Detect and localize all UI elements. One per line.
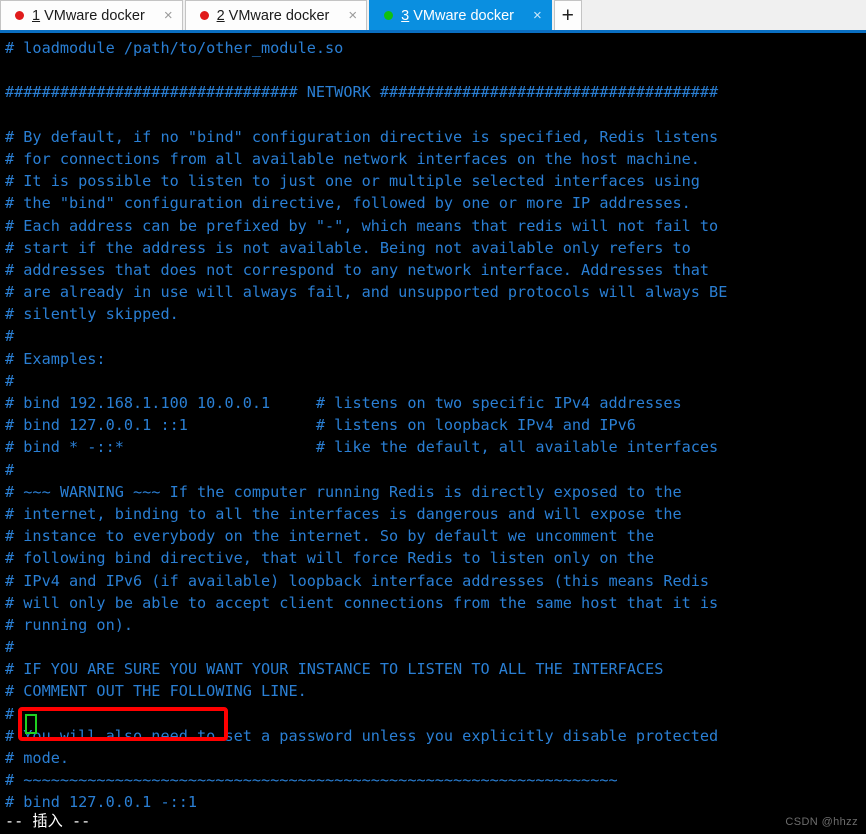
tab-title-label: VMware docker [44, 7, 145, 24]
terminal-line: # the "bind" configuration directive, fo… [5, 194, 691, 213]
tab-index-label: 3 [401, 7, 410, 24]
terminal-line: # IF YOU ARE SURE YOU WANT YOUR INSTANCE… [5, 660, 664, 679]
tab-2[interactable]: 2 VMware docker × [184, 0, 368, 30]
terminal-line: # ~~~ WARNING ~~~ If the computer runnin… [5, 482, 682, 501]
terminal-line: # start if the address is not available.… [5, 238, 691, 257]
terminal-line: # You will also need to set a password u… [5, 726, 719, 745]
terminal-line: # mode. [5, 749, 70, 767]
terminal-line: # [5, 327, 15, 346]
terminal-line: # bind 192.168.1.100 10.0.0.1 # listens … [5, 394, 682, 412]
terminal-line: # ~~~~~~~~~~~~~~~~~~~~~~~~~~~~~~~~~~~~~~… [5, 771, 618, 790]
vim-status-line: -- 插入 -- [5, 812, 91, 830]
terminal-viewport[interactable]: # loadmodule /path/to/other_module.so ###… [0, 33, 866, 834]
tab-3[interactable]: 3 VMware docker × [369, 0, 552, 30]
terminal-line: # Examples: [5, 349, 106, 368]
terminal-line: # will only be able to accept client con… [5, 593, 719, 612]
terminal-line: # for connections from all available net… [5, 149, 700, 168]
new-tab-button[interactable]: + [553, 0, 582, 30]
terminal-text-buffer: # loadmodule /path/to/other_module.so ###… [5, 37, 866, 834]
terminal-line: # By default, if no "bind" configuration… [5, 127, 719, 146]
tab-index-label: 2 [216, 7, 225, 24]
terminal-line: # [5, 638, 15, 657]
tab-status-dot-icon [199, 11, 209, 20]
tab-status-dot-icon [15, 11, 24, 20]
terminal-line: # running on). [5, 615, 134, 634]
terminal-line: # [5, 371, 15, 390]
tab-title-label: VMware docker [228, 7, 330, 24]
terminal-line: # COMMENT OUT THE FOLLOWING LINE. [5, 682, 307, 701]
terminal-line: # following bind directive, that will fo… [5, 549, 655, 568]
terminal-line: # It is possible to listen to just one o… [5, 172, 700, 191]
watermark-label: CSDN @hhzz [785, 816, 858, 828]
terminal-line: # bind * -::* # like the default, all av… [5, 438, 719, 457]
tab-close-icon[interactable]: × [530, 8, 545, 23]
terminal-line: # loadmodule /path/to/other_module.so [5, 39, 344, 57]
terminal-line: # Each address can be prefixed by "-", w… [5, 216, 719, 235]
terminal-line: # instance to everybody on the internet.… [5, 527, 655, 546]
terminal-line: # bind 127.0.0.1 ::1 # listens on loopba… [5, 416, 636, 435]
terminal-line: ################################ NETWORK… [5, 83, 719, 102]
tab-index-label: 1 [32, 7, 41, 24]
tab-close-icon[interactable]: × [161, 8, 176, 23]
tab-status-dot-icon [384, 11, 394, 20]
tab-bar: 1 VMware docker × 2 VMware docker × 3 VMware do… [0, 0, 866, 33]
terminal-line: # internet, binding to all the interface… [5, 504, 682, 523]
terminal-line: # bind 127.0.0.1 -::1 [5, 793, 198, 812]
terminal-line: # silently skipped. [5, 305, 179, 324]
terminal-line: # [5, 704, 15, 723]
terminal-line: # addresses that does not correspond to … [5, 260, 710, 279]
terminal-line: # are already in use will always fail, a… [5, 283, 728, 302]
terminal-line: # [5, 460, 15, 479]
tab-title-label: VMware docker [413, 7, 514, 24]
terminal-line: # IPv4 and IPv6 (if available) loopback … [5, 571, 710, 590]
tab-close-icon[interactable]: × [345, 8, 360, 23]
tab-1[interactable]: 1 VMware docker × [0, 0, 183, 30]
